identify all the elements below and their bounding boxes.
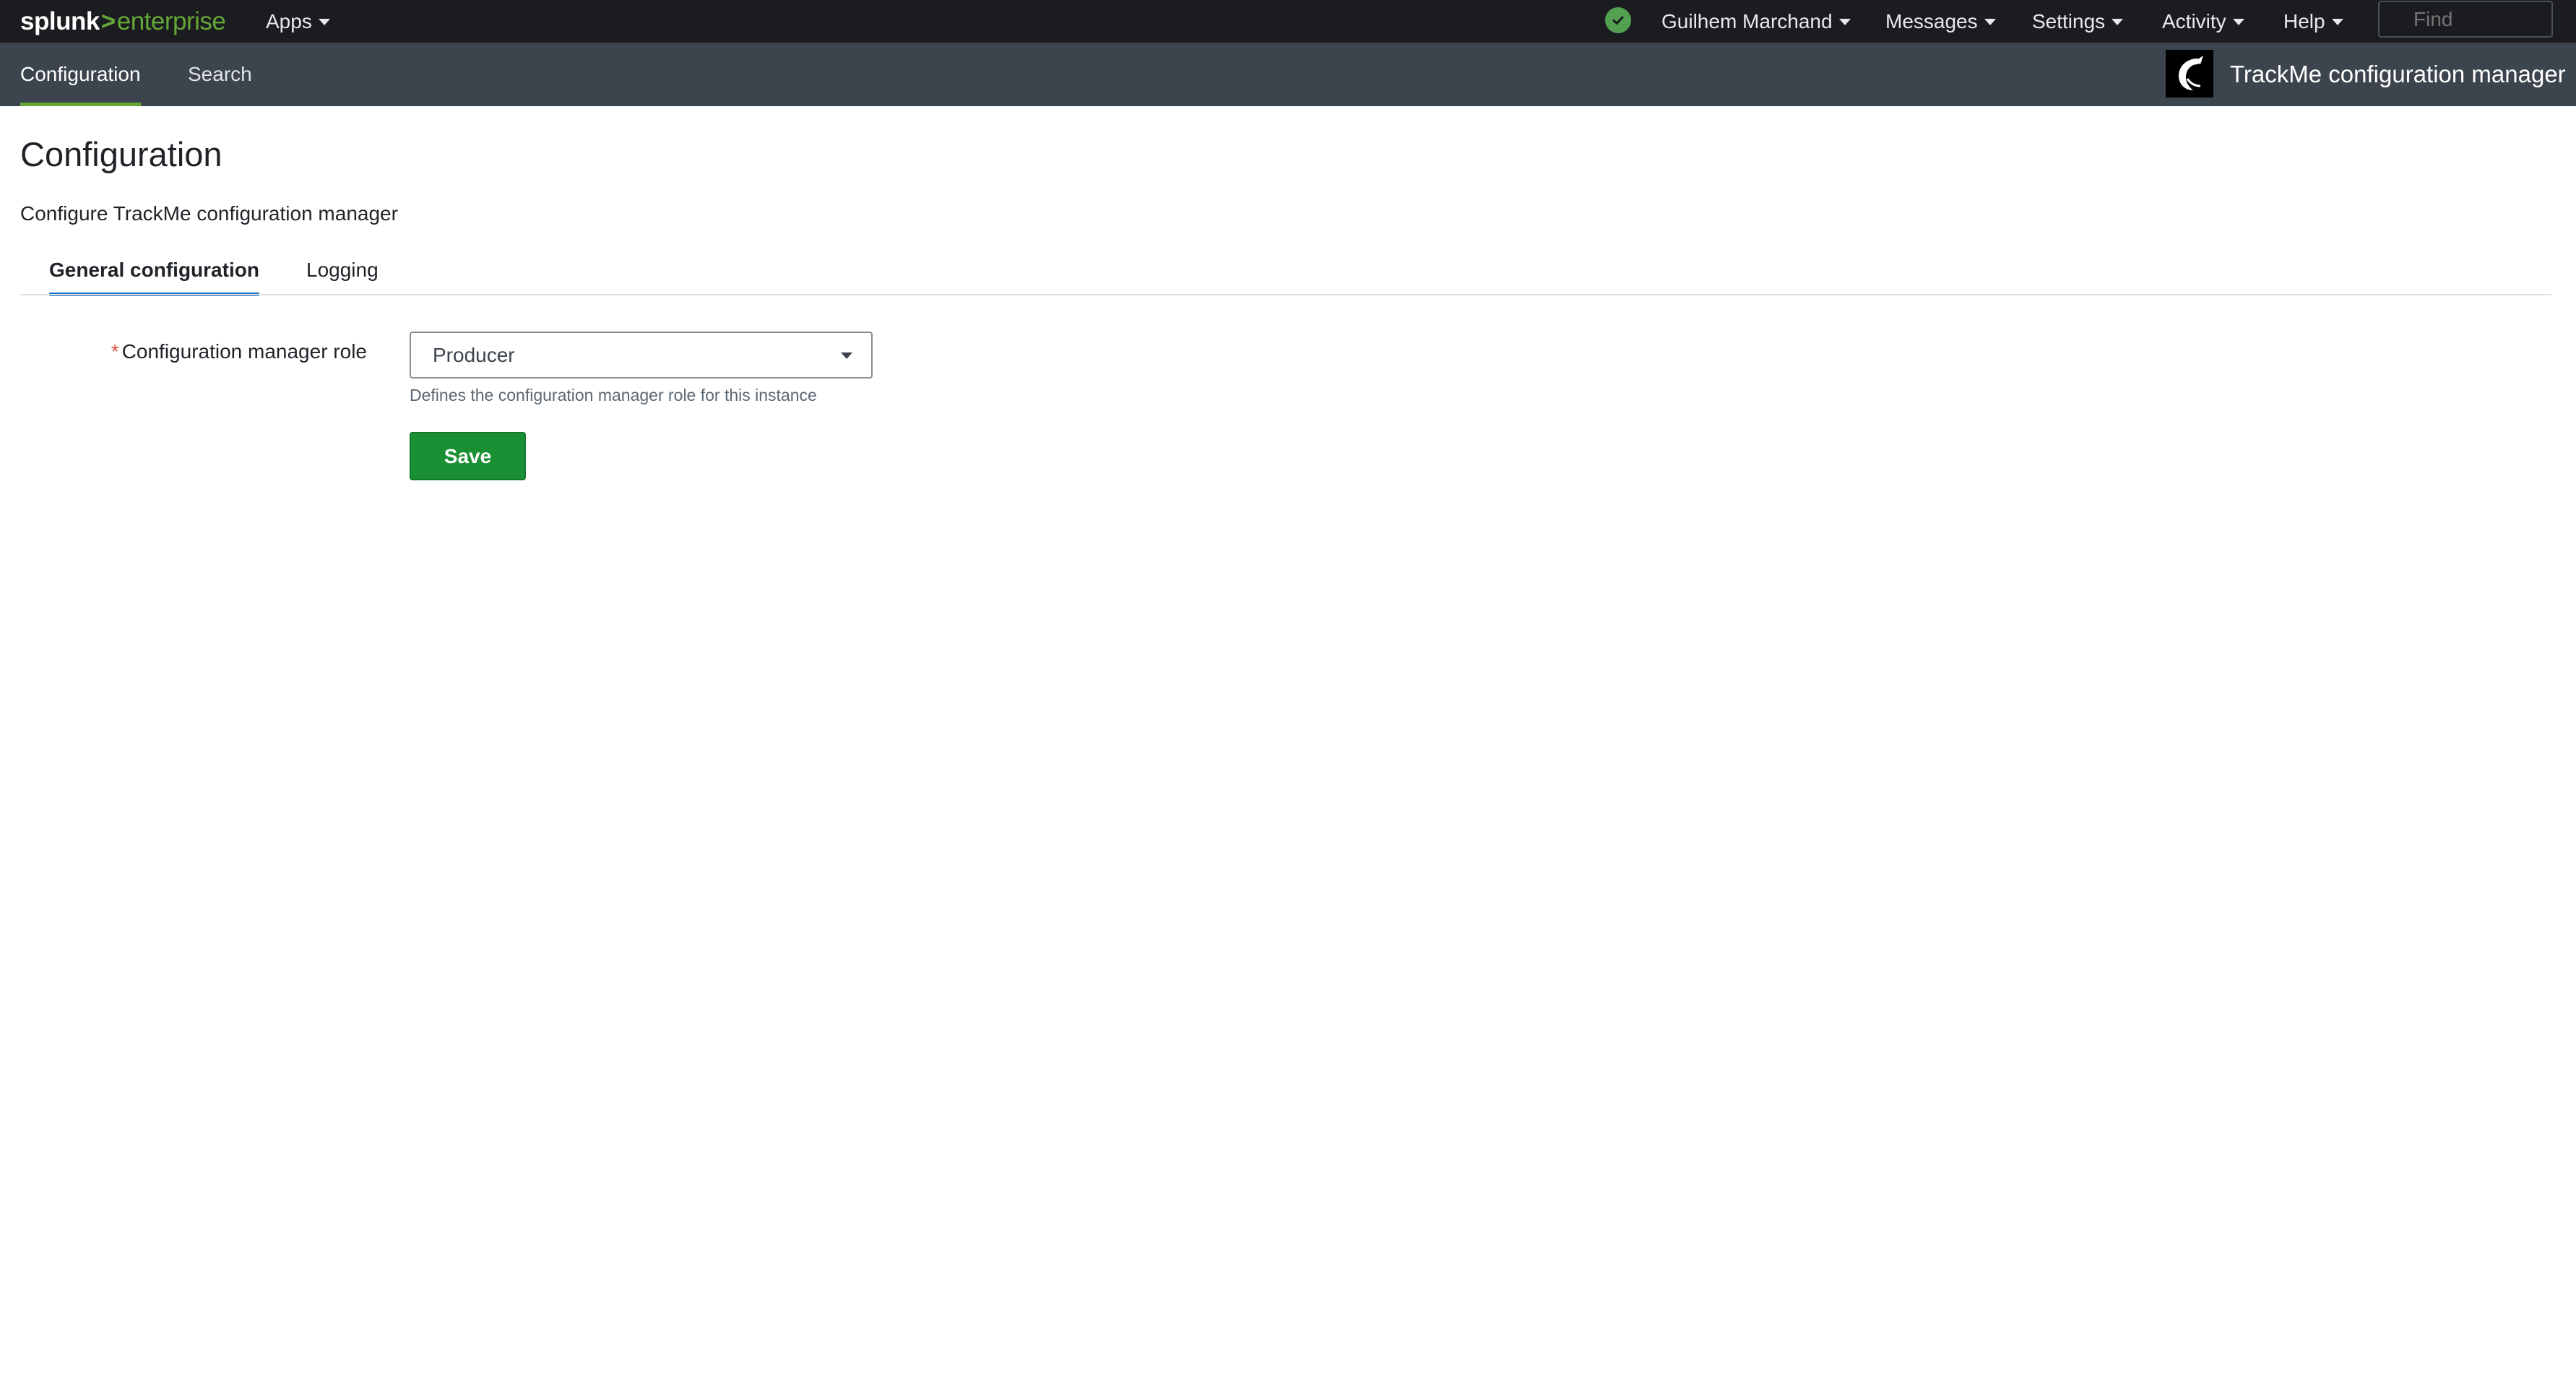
apps-menu[interactable]: Apps — [266, 0, 330, 43]
tabs-divider — [20, 294, 2551, 295]
chevron-down-icon — [1984, 19, 1996, 25]
check-circle-icon[interactable] — [1605, 7, 1631, 33]
apps-menu-label: Apps — [266, 9, 312, 33]
page-description: Configure TrackMe configuration manager — [20, 202, 398, 225]
splunk-logo[interactable]: splunk > enterprise — [20, 0, 226, 43]
user-menu-label: Guilhem Marchand — [1661, 9, 1833, 33]
config-role-label-text: Configuration manager role — [121, 340, 367, 363]
system-bar: splunk > enterprise Apps Guilhem Marchand … — [0, 0, 2576, 43]
logo-part-splunk: splunk — [20, 7, 100, 35]
app-bar: Configuration Search TrackMe configurati… — [0, 43, 2576, 106]
tab-logging[interactable]: Logging — [306, 259, 379, 295]
settings-menu[interactable]: Settings — [2032, 0, 2124, 43]
logo-part-enterprise: enterprise — [116, 7, 226, 35]
config-role-label: * Configuration manager role — [111, 340, 367, 363]
config-role-selected-value: Producer — [433, 344, 515, 366]
settings-menu-label: Settings — [2032, 9, 2106, 33]
messages-menu[interactable]: Messages — [1885, 0, 1996, 43]
logo-separator: > — [100, 7, 116, 35]
chevron-down-icon — [1838, 19, 1851, 25]
activity-menu-label: Activity — [2162, 9, 2226, 33]
config-role-help-text: Defines the configuration manager role f… — [410, 386, 817, 404]
chevron-down-icon — [318, 19, 330, 25]
chevron-down-icon — [2112, 19, 2124, 25]
app-title: TrackMe configuration manager — [2230, 61, 2566, 87]
config-role-select[interactable]: Producer — [410, 332, 873, 378]
page-title: Configuration — [20, 135, 222, 173]
trackme-logo-icon — [2166, 50, 2213, 98]
tab-general-configuration[interactable]: General configuration — [49, 259, 259, 296]
tab-logging-label: Logging — [306, 259, 379, 281]
activity-menu[interactable]: Activity — [2162, 0, 2244, 43]
app-nav-configuration[interactable]: Configuration — [20, 43, 141, 106]
app-nav-configuration-label: Configuration — [20, 63, 141, 85]
help-menu-label: Help — [2283, 9, 2325, 33]
required-marker: * — [111, 340, 119, 363]
messages-menu-label: Messages — [1885, 9, 1978, 33]
help-menu[interactable]: Help — [2283, 0, 2343, 43]
trackme-bird-icon — [2179, 56, 2203, 90]
tab-general-configuration-label: General configuration — [49, 259, 259, 281]
save-button[interactable]: Save — [410, 432, 526, 480]
chevron-down-icon — [841, 352, 852, 359]
find-input[interactable] — [2378, 1, 2553, 38]
app-nav-search[interactable]: Search — [188, 43, 252, 106]
chevron-down-icon — [2331, 19, 2343, 25]
user-menu[interactable]: Guilhem Marchand — [1661, 0, 1851, 43]
chevron-down-icon — [2232, 19, 2244, 25]
app-nav-search-label: Search — [188, 63, 252, 85]
check-icon — [1612, 16, 1624, 25]
